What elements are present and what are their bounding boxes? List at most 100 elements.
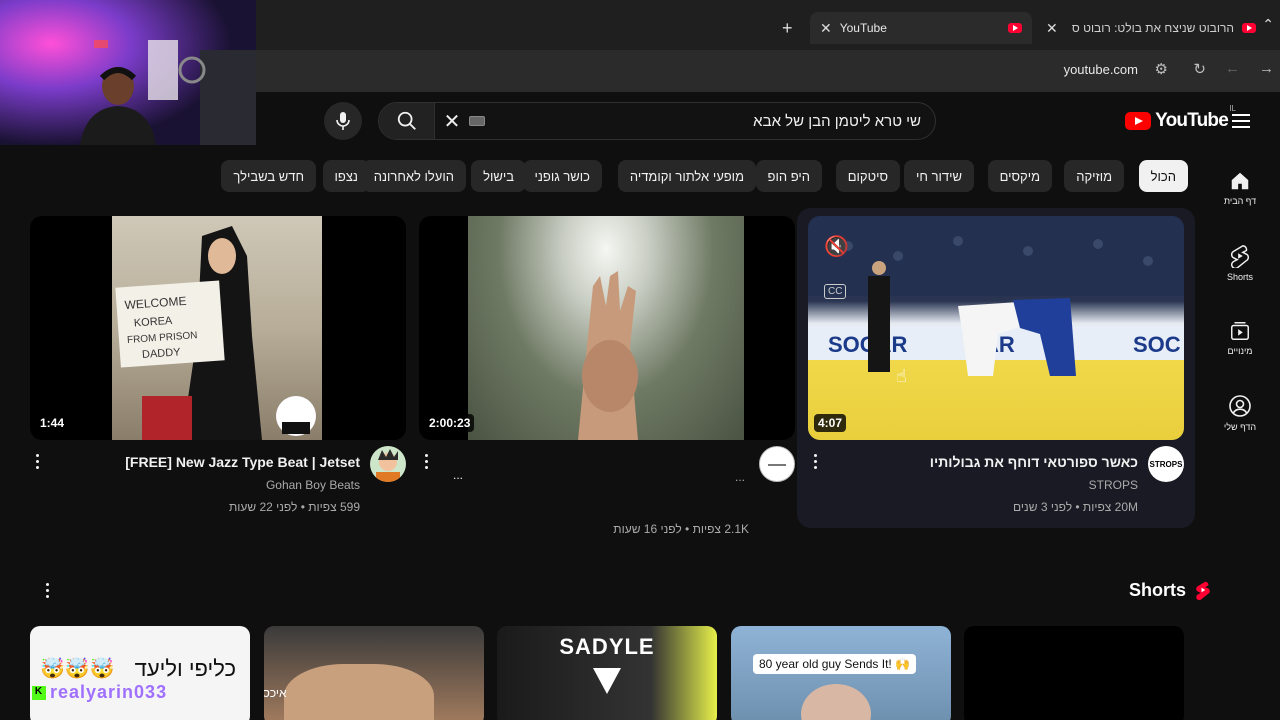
site-settings-icon[interactable]: ⚙ [1155, 60, 1168, 78]
short-thumbnail-face [801, 684, 871, 720]
video-duration: 4:07 [814, 414, 847, 432]
reload-icon[interactable]: ↻ [1193, 60, 1206, 78]
short-thumbnail-shape [593, 668, 621, 694]
airport-photo-image: WELCOME KOREA FROM PRISON DADDY [112, 216, 322, 440]
kick-logo-icon: K [32, 686, 46, 701]
chip-hiphop[interactable]: היפ הופ [755, 160, 822, 192]
youtube-play-icon [1125, 112, 1152, 130]
search-icon [397, 111, 416, 130]
channel-name[interactable]: STROPS [1089, 478, 1138, 492]
sidebar-item-account[interactable]: הדף שלי [1200, 394, 1280, 432]
back-icon[interactable]: ← [1225, 60, 1240, 77]
video-stats: 2.1K צפיות • לפני 16 שעות [613, 522, 749, 536]
new-tab-button[interactable]: + [782, 18, 793, 39]
channel-dots: ... [453, 468, 464, 482]
sidebar-item-home[interactable]: דף הבית [1200, 170, 1280, 206]
short-caption: 80 year old guy Sends It! 🙌 [753, 654, 917, 674]
sidebar-item-subscriptions[interactable]: מינויים [1200, 320, 1280, 356]
captions-icon[interactable]: CC [824, 284, 847, 299]
url-field[interactable]: youtube.com [1064, 62, 1138, 77]
chip-cooking[interactable]: בישול [471, 160, 526, 192]
youtube-logo[interactable]: YouTube IL [1125, 104, 1236, 132]
tab-title: הרובוט שניצח את בולט: רובוט ס [1071, 21, 1234, 35]
more-options-icon[interactable] [425, 454, 429, 470]
search-box: ✕ שי טרא ליטמן הבן של אבא [378, 102, 936, 140]
svg-text:SOC: SOC [1133, 332, 1181, 357]
chip-live[interactable]: שידור חי [904, 160, 974, 192]
chip-comedy[interactable]: מופעי אלתור וקומדיה [617, 160, 756, 192]
video-thumbnail[interactable]: WELCOME KOREA FROM PRISON DADDY 1:44 [30, 216, 406, 440]
home-icon [1231, 172, 1249, 190]
channel-avatar[interactable]: STROPS [1148, 446, 1184, 482]
shorts-logo-icon [1196, 581, 1210, 600]
sidebar-item-shorts[interactable]: Shorts [1200, 244, 1280, 282]
chip-watched[interactable]: נצפו [322, 160, 370, 192]
video-card[interactable]: SOCAR AR SOC 🔇 CC 4:07 ☝ STROPS כאשר ספורט… [808, 216, 1184, 530]
channel-avatar[interactable] [370, 446, 406, 482]
keyboard-icon[interactable] [469, 116, 485, 126]
tab-robot[interactable]: ✕ הרובוט שניצח את בולט: רובוט ס [1036, 12, 1266, 44]
youtube-favicon-icon [1242, 23, 1256, 33]
voice-search-button[interactable] [324, 102, 362, 140]
tab-search-chevron-icon[interactable]: ⌃ [1262, 16, 1274, 33]
account-icon [1229, 395, 1251, 417]
chip-sitcom[interactable]: סיטקום [835, 160, 900, 192]
video-title[interactable]: כאשר ספורטאי דוחף את גבולותיו [930, 454, 1138, 470]
shorts-more-options-icon[interactable] [46, 583, 50, 599]
chip-fitness[interactable]: כושר גופני [522, 160, 602, 192]
more-options-icon[interactable] [36, 454, 40, 470]
short-card[interactable]: כליפי וליעד 🤯🤯🤯 [30, 626, 250, 720]
video-meta: ... 2.1K צפיות • לפני 16 שעות ... [419, 440, 795, 536]
video-meta: STROPS כאשר ספורטאי דוחף את גבולותיו STR… [808, 440, 1184, 530]
more-options-icon[interactable] [814, 454, 818, 470]
chip-mixes[interactable]: מיקסים [987, 160, 1052, 192]
shorts-section-title: Shorts [1128, 580, 1186, 600]
tab-title: YouTube [839, 21, 887, 35]
forward-icon[interactable]: → [1259, 60, 1274, 77]
video-duration: 1:44 [36, 414, 69, 432]
chip-new-for-you[interactable]: חדש בשבילך [221, 160, 316, 192]
sidebar-item-label: דף הבית [1223, 196, 1257, 206]
short-card[interactable]: איכס [264, 626, 484, 720]
chip-recently-uploaded[interactable]: הועלו לאחרונה [361, 160, 466, 192]
country-code: IL [1229, 104, 1236, 113]
logo-text: YouTube [1155, 110, 1229, 131]
short-card[interactable]: 80 year old guy Sends It! 🙌 [731, 626, 951, 720]
mute-icon[interactable]: 🔇 [824, 234, 849, 259]
filter-chips: הכול מוזיקה מיקסים שידור חי סיטקום היפ ה… [221, 160, 1188, 194]
close-tab-icon[interactable]: ✕ [820, 20, 832, 37]
search-input[interactable]: שי טרא ליטמן הבן של אבא [485, 113, 935, 130]
video-stats: 599 צפיות • לפני 22 שעות [228, 500, 360, 514]
socar-banner-text: SOCAR [828, 332, 908, 357]
video-stats: 20M צפיות • לפני 3 שנים [1013, 500, 1138, 514]
channel-name[interactable]: ... [735, 470, 745, 484]
short-thumbnail-face [284, 664, 434, 720]
channel-name[interactable]: Gohan Boy Beats [266, 478, 360, 492]
short-card[interactable]: SADYLE [497, 626, 717, 720]
streamer-handle: Krealyarin033 [32, 682, 167, 703]
video-thumbnail[interactable]: SOCAR AR SOC 🔇 CC 4:07 ☝ [808, 216, 1184, 440]
short-card[interactable] [964, 626, 1184, 720]
video-card[interactable]: WELCOME KOREA FROM PRISON DADDY 1:44 [FR… [30, 216, 406, 530]
clear-search-icon[interactable]: ✕ [435, 109, 469, 134]
mouse-cursor-icon: ☝ [896, 366, 907, 386]
chip-all[interactable]: הכול [1138, 160, 1188, 192]
sidebar-item-label: הדף שלי [1223, 422, 1257, 432]
menu-icon[interactable] [1232, 114, 1250, 128]
emoji-faces-icon: 🤯🤯🤯 [40, 658, 115, 680]
short-caption: כליפי וליעד [134, 656, 236, 681]
shorts-icon [1231, 245, 1249, 268]
video-card[interactable]: 2:00:23 ... 2.1K צפיות • לפני 16 שעות ..… [419, 216, 795, 536]
chip-music[interactable]: מוזיקה [1064, 160, 1124, 192]
video-thumbnail[interactable]: 2:00:23 [419, 216, 795, 440]
video-title[interactable]: [FREE] New Jazz Type Beat | Jetset [125, 454, 360, 470]
webcam-feed-image [0, 0, 256, 145]
sidebar-item-label: Shorts [1226, 272, 1253, 282]
search-button[interactable] [379, 103, 435, 139]
subscriptions-icon [1231, 322, 1249, 340]
channel-avatar[interactable] [759, 446, 795, 482]
tab-youtube[interactable]: ✕ YouTube [810, 12, 1032, 44]
hand-head-image [468, 216, 744, 440]
close-tab-icon[interactable]: ✕ [1046, 20, 1058, 37]
microphone-icon [336, 112, 350, 130]
